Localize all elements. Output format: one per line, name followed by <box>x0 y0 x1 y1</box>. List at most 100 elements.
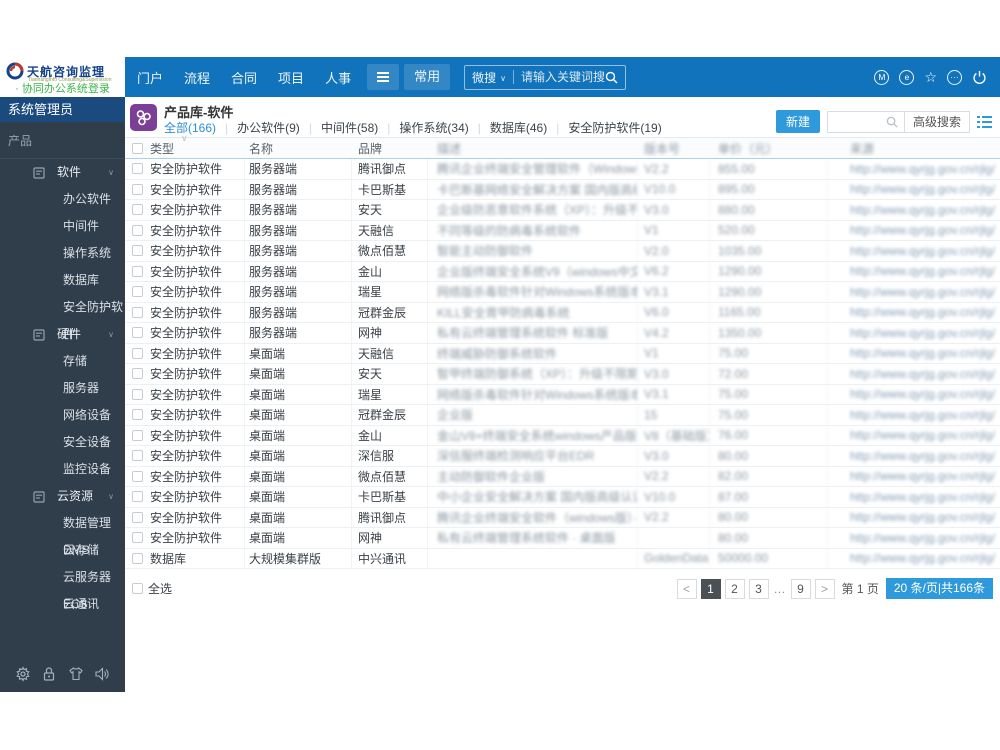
cell-source-link[interactable]: http://www.qyrjg.gov.cn/rjlg/ <box>828 262 1000 282</box>
table-row[interactable]: 安全防护软件 服务器端 天融信 不同等级的防病毒系统软件 V1 520.00 h… <box>125 220 1000 241</box>
nav-item-3[interactable]: 项目 <box>278 68 304 87</box>
table-row[interactable]: 安全防护软件 服务器端 瑞星 网络版杀毒软件针对Windows系统版本 V3.1… <box>125 282 1000 303</box>
cell-source-link[interactable]: http://www.qyrjg.gov.cn/rjlg/ <box>828 200 1000 220</box>
cell-source-link[interactable]: http://www.qyrjg.gov.cn/rjlg/ <box>828 405 1000 425</box>
select-all-checkbox[interactable] <box>132 583 143 594</box>
row-checkbox[interactable] <box>132 552 143 564</box>
wesearch-dropdown[interactable]: 微搜 <box>472 69 496 86</box>
cell-source-link[interactable]: http://www.qyrjg.gov.cn/rjlg/ <box>828 323 1000 343</box>
row-checkbox[interactable] <box>132 532 143 544</box>
page-size-badge[interactable]: 20 条/页|共166条 <box>885 578 993 599</box>
header-checkbox[interactable] <box>132 142 143 154</box>
table-row[interactable]: 安全防护软件 服务器端 安天 企业级防恶意软件系统（XP）：升级不限期 V3.0… <box>125 200 1000 221</box>
page-button-3[interactable]: 3 <box>748 578 769 599</box>
nav-item-1[interactable]: 流程 <box>184 68 210 87</box>
search-icon[interactable] <box>605 71 618 84</box>
power-icon[interactable] <box>972 70 987 85</box>
cell-source-link[interactable]: http://www.qyrjg.gov.cn/rjlg/ <box>828 344 1000 364</box>
table-row[interactable]: 安全防护软件 桌面端 卡巴斯基 中小企业安全解决方案 国内版高级认证版 · KE… <box>125 487 1000 508</box>
sidebar-item-2-2[interactable]: 云服务器ECS <box>0 564 125 611</box>
row-checkbox[interactable] <box>132 286 143 298</box>
row-checkbox[interactable] <box>132 511 143 523</box>
sidebar-item-0-3[interactable]: 数据库 <box>0 267 125 294</box>
list-view-icon[interactable] <box>977 115 992 129</box>
row-checkbox[interactable] <box>132 265 143 277</box>
cell-source-link[interactable]: http://www.qyrjg.gov.cn/rjlg/ <box>828 528 1000 548</box>
nav-item-2[interactable]: 合同 <box>231 68 257 87</box>
sidebar-item-1-3[interactable]: 安全设备 <box>0 429 125 456</box>
row-checkbox[interactable] <box>132 183 143 195</box>
table-row[interactable]: 安全防护软件 桌面端 网神 私有云终端管理系统软件 · 桌面版 80.00 ht… <box>125 528 1000 549</box>
advanced-search-button[interactable]: 高级搜索 <box>903 111 969 132</box>
row-checkbox[interactable] <box>132 224 143 236</box>
page-button-2[interactable]: 2 <box>724 578 745 599</box>
tab-5[interactable]: 安全防护软件(19) <box>568 119 661 136</box>
sidebar-item-1-0[interactable]: 存储 <box>0 348 125 375</box>
table-search-input[interactable] <box>827 111 880 132</box>
row-checkbox[interactable] <box>132 388 143 400</box>
table-row[interactable]: 安全防护软件 服务器端 腾讯御点 腾讯企业终端安全管理软件（Windows版） … <box>125 159 1000 180</box>
cell-source-link[interactable]: http://www.qyrjg.gov.cn/rjlg/ <box>828 426 1000 446</box>
table-row[interactable]: 安全防护软件 服务器端 金山 企业版终端安全系统V9（windows中文版） V… <box>125 261 1000 282</box>
tab-4[interactable]: 数据库(46) <box>490 119 547 136</box>
cell-source-link[interactable]: http://www.qyrjg.gov.cn/rjlg/ <box>828 467 1000 487</box>
prev-page-button[interactable]: < <box>676 578 697 599</box>
more-circle-icon[interactable]: ··· <box>947 69 962 85</box>
sidebar-item-1-4[interactable]: 监控设备 <box>0 456 125 483</box>
message-circle-icon[interactable]: e <box>899 69 915 85</box>
table-row[interactable]: 安全防护软件 服务器端 冠群金辰 KILL安全胄甲防病毒系统 V6.0 1165… <box>125 302 1000 323</box>
table-row[interactable]: 安全防护软件 桌面端 天融信 终端威胁防御系统软件 V1 75.00 http:… <box>125 343 1000 364</box>
sidebar-item-2-1[interactable]: 云存储 <box>0 537 125 564</box>
table-row[interactable]: 安全防护软件 桌面端 腾讯御点 腾讯企业终端安全软件（windows版）· V2… <box>125 507 1000 528</box>
row-checkbox[interactable] <box>132 470 143 482</box>
row-checkbox[interactable] <box>132 163 143 175</box>
row-checkbox[interactable] <box>132 429 143 441</box>
cell-source-link[interactable]: http://www.qyrjg.gov.cn/rjlg/ <box>828 508 1000 528</box>
cell-source-link[interactable]: http://www.qyrjg.gov.cn/rjlg/ <box>828 385 1000 405</box>
table-row[interactable]: 安全防护软件 桌面端 深信服 深信服终端检测响应平台EDR V3.0 80.00… <box>125 446 1000 467</box>
cell-source-link[interactable]: http://www.qyrjg.gov.cn/rjlg/ <box>828 446 1000 466</box>
cell-source-link[interactable]: http://www.qyrjg.gov.cn/rjlg/ <box>828 241 1000 261</box>
sidebar-group-2[interactable]: 云资源 ∨ <box>0 483 125 510</box>
sidebar-item-0-0[interactable]: 办公软件 <box>0 186 125 213</box>
sidebar-item-2-3[interactable]: 云通讯 <box>0 591 125 618</box>
next-page-button[interactable]: > <box>814 578 835 599</box>
nav-item-0[interactable]: 门户 <box>137 68 163 87</box>
settings-gear-icon[interactable] <box>15 666 31 682</box>
tab-0[interactable]: 全部(166) <box>164 119 216 136</box>
table-row[interactable]: 安全防护软件 桌面端 微点佰慧 主动防御软件企业版 V2.2 82.00 htt… <box>125 466 1000 487</box>
page-button-1[interactable]: 1 <box>700 578 721 599</box>
table-row[interactable]: 安全防护软件 桌面端 安天 智甲终端防御系统（XP）：升级不限期 V3.0 72… <box>125 364 1000 385</box>
m-circle-icon[interactable]: M <box>874 69 890 85</box>
theme-shirt-icon[interactable] <box>68 666 84 682</box>
nav-item-common[interactable]: 常用 <box>404 64 451 90</box>
oa-login-link[interactable]: · 协同办公系统登录 <box>0 80 125 96</box>
nav-menu-button[interactable] <box>367 64 400 90</box>
cell-source-link[interactable]: http://www.qyrjg.gov.cn/rjlg/ <box>828 159 1000 179</box>
cell-source-link[interactable]: http://www.qyrjg.gov.cn/rjlg/ <box>828 549 1000 569</box>
sidebar-group-0[interactable]: 软件 ∨ <box>0 159 125 186</box>
global-search-input[interactable] <box>520 70 605 84</box>
sidebar-item-0-2[interactable]: 操作系统 <box>0 240 125 267</box>
sidebar-item-1-2[interactable]: 网络设备 <box>0 402 125 429</box>
table-row[interactable]: 安全防护软件 桌面端 瑞星 网络版杀毒软件针对Windows系统版本 V3.1 … <box>125 384 1000 405</box>
tab-1[interactable]: 办公软件(9) <box>237 119 300 136</box>
cell-source-link[interactable]: http://www.qyrjg.gov.cn/rjlg/ <box>828 364 1000 384</box>
tab-3[interactable]: 操作系统(34) <box>399 119 468 136</box>
row-checkbox[interactable] <box>132 306 143 318</box>
table-row[interactable]: 数据库 大规模集群版 中兴通讯 GoldenData s... 50000.00… <box>125 548 1000 569</box>
row-checkbox[interactable] <box>132 450 143 462</box>
new-button[interactable]: 新建 <box>775 110 820 133</box>
table-row[interactable]: 安全防护软件 桌面端 冠群金辰 企业版 15 75.00 http://www.… <box>125 405 1000 426</box>
row-checkbox[interactable] <box>132 204 143 216</box>
lock-icon[interactable] <box>41 666 57 682</box>
sidebar-item-0-4[interactable]: 安全防护软件 <box>0 294 125 341</box>
row-checkbox[interactable] <box>132 245 143 257</box>
sidebar-item-0-1[interactable]: 中间件 <box>0 213 125 240</box>
row-checkbox[interactable] <box>132 368 143 380</box>
row-checkbox[interactable] <box>132 491 143 503</box>
row-checkbox[interactable] <box>132 327 143 339</box>
table-row[interactable]: 安全防护软件 服务器端 微点佰慧 智能主动防御软件 V2.0 1035.00 h… <box>125 241 1000 262</box>
table-row[interactable]: 安全防护软件 服务器端 卡巴斯基 卡巴斯基网络安全解决方案 国内版高级认证版 V… <box>125 179 1000 200</box>
favorite-star-icon[interactable]: ☆ <box>924 69 937 85</box>
